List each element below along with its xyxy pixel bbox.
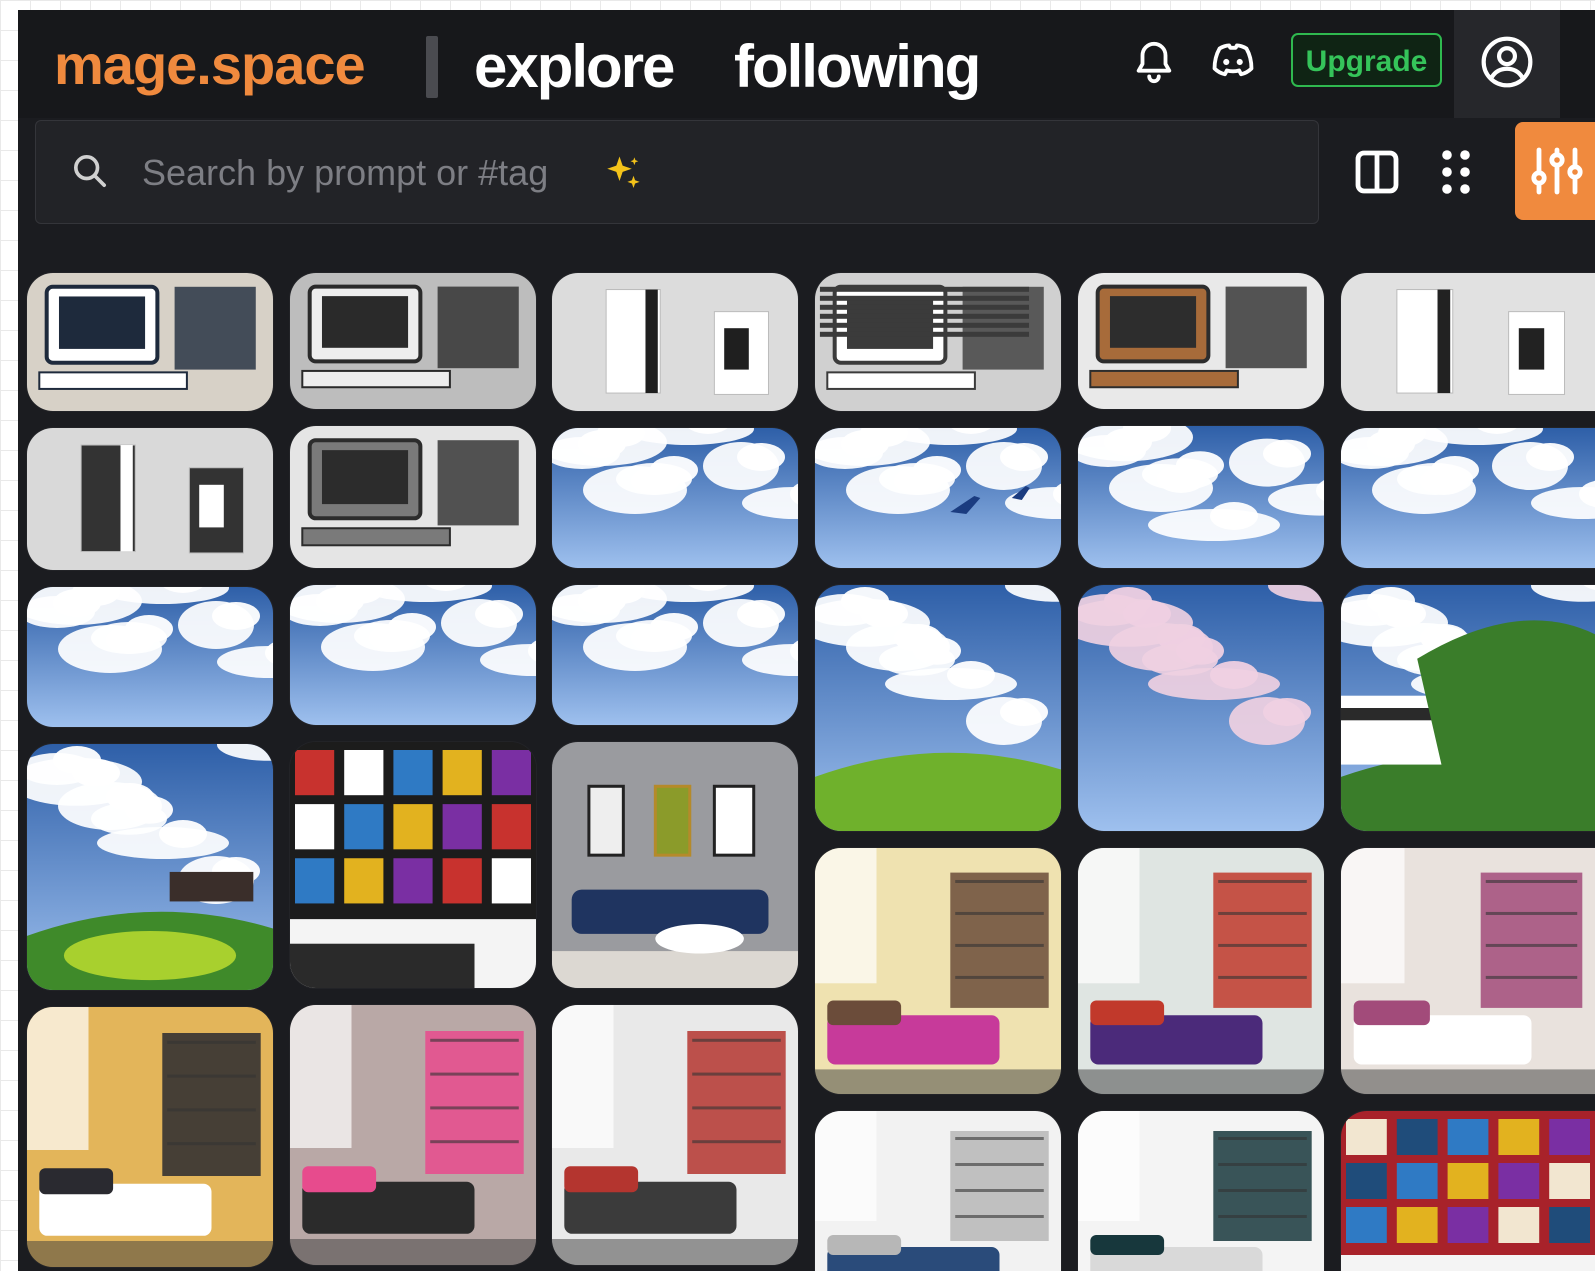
gallery-image-keyboard[interactable] — [815, 273, 1061, 411]
gallery-image-retro-computer[interactable] — [290, 273, 536, 409]
gallery-image-bedroom[interactable] — [815, 848, 1061, 1094]
gallery-image-poster-wall[interactable] — [1341, 1111, 1595, 1271]
gallery-image-sky-clouds[interactable] — [552, 428, 798, 568]
gallery-image-bedroom[interactable] — [815, 1111, 1061, 1271]
gallery-image-bedroom[interactable] — [290, 1005, 536, 1265]
gallery-image-pc-tower[interactable] — [1341, 273, 1595, 411]
gallery-image-retro-computer[interactable] — [27, 273, 273, 411]
gallery-image-sky-clouds[interactable] — [552, 585, 798, 725]
gallery-image-sky-clouds[interactable] — [27, 587, 273, 727]
gallery-image-bedroom[interactable] — [1078, 848, 1324, 1094]
gallery-image-poster-wall[interactable] — [290, 742, 536, 988]
gallery-image-pc-tower[interactable] — [27, 428, 273, 570]
gallery-image-sky-clouds[interactable] — [290, 585, 536, 725]
gallery-image-sky-airplane[interactable] — [815, 428, 1061, 568]
gallery-image-pc-monitor[interactable] — [1078, 273, 1324, 409]
gallery-image-bedroom[interactable] — [1341, 848, 1595, 1094]
gallery-image-garden-pagoda[interactable] — [27, 744, 273, 990]
gallery-image-pc-tower[interactable] — [552, 273, 798, 411]
gallery-image-sky-clouds[interactable] — [1341, 428, 1595, 568]
gallery-image-living-room[interactable] — [552, 742, 798, 988]
gallery-image-pc-monitor[interactable] — [290, 426, 536, 568]
image-gallery — [18, 10, 1595, 1271]
app-window: mage.space explore following Upgrade — [18, 10, 1595, 1271]
gallery-image-sky-hill[interactable] — [815, 585, 1061, 831]
gallery-image-sky-clouds[interactable] — [1078, 426, 1324, 568]
gallery-image-bedroom[interactable] — [1078, 1111, 1324, 1271]
gallery-image-bedroom[interactable] — [552, 1005, 798, 1265]
gallery-image-bedroom[interactable] — [27, 1007, 273, 1267]
gallery-image-sunset-clouds[interactable] — [1078, 585, 1324, 831]
gallery-image-hill-building[interactable] — [1341, 585, 1595, 831]
